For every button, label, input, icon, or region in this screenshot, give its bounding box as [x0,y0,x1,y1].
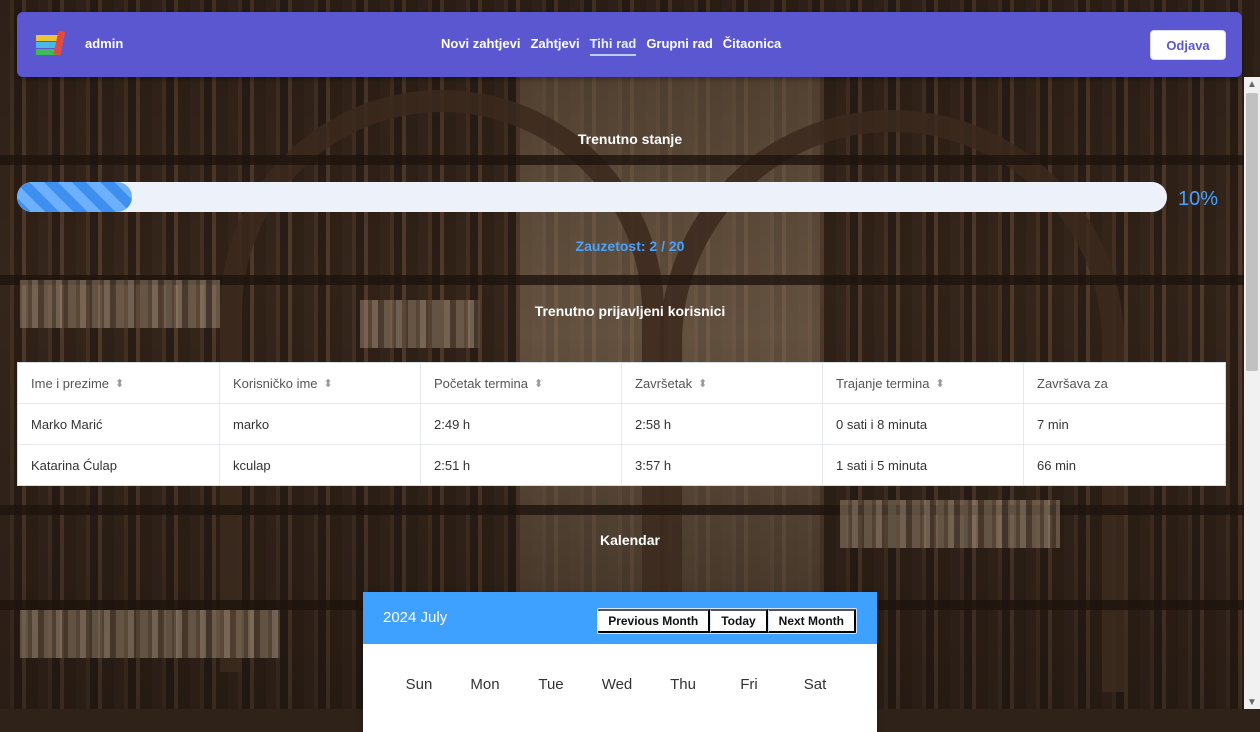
occupancy-progress-track [17,182,1167,212]
status-title: Trenutno stanje [577,131,683,147]
weekday-fri: Fri [740,676,758,693]
column-header-start-time[interactable]: Početak termina ⬍ [420,363,621,403]
table-row: Katarina Ćulap kculap 2:51 h 3:57 h 1 sa… [18,444,1225,485]
sort-icon[interactable]: ⬍ [324,377,333,390]
column-header-ends-in: Završava za [1023,363,1225,403]
nav-link-novi-zahtjevi[interactable]: Novi zahtjevi [441,36,520,56]
next-month-button[interactable]: Next Month [767,609,856,633]
weekday-tue: Tue [538,676,564,693]
weekday-sat: Sat [803,676,827,693]
user-name: admin [85,36,124,51]
today-button[interactable]: Today [710,609,768,633]
logout-button[interactable]: Odjava [1150,30,1226,60]
calendar-header: 2024 July Previous Month Today Next Mont… [363,592,877,644]
books-logo-icon[interactable] [36,30,66,57]
occupancy-progress-fill [17,182,132,212]
column-header-username[interactable]: Korisničko ime ⬍ [219,363,420,403]
table-cell-ends-in: 7 min [1023,404,1225,444]
users-title: Trenutno prijavljeni korisnici [534,303,726,319]
table-row: Marko Marić marko 2:49 h 2:58 h 0 sati i… [18,403,1225,444]
table-cell-username: kculap [219,445,420,485]
weekday-thu: Thu [670,676,696,693]
sort-icon[interactable]: ⬍ [534,377,543,390]
table-cell-full-name: Katarina Ćulap [31,457,117,473]
background-shelf [0,155,1260,165]
nav-link-citaonica[interactable]: Čitaonica [723,36,782,56]
table-cell-end-time: 3:57 h [621,445,822,485]
background-books [20,610,280,658]
nav-link-tihi-rad[interactable]: Tihi rad [589,36,637,56]
column-header-duration[interactable]: Trajanje termina ⬍ [822,363,1023,403]
calendar-month-label: 2024 July [383,609,448,626]
weekday-sun: Sun [405,676,433,693]
occupancy-label: Zauzetost: 2 / 20 [575,238,685,254]
scroll-up-arrow-icon[interactable]: ▲ [1244,77,1260,91]
calendar-widget: 2024 July Previous Month Today Next Mont… [363,592,877,732]
column-header-end-time[interactable]: Završetak ⬍ [621,363,822,403]
calendar-title: Kalendar [600,532,660,548]
table-cell-start-time: 2:51 h [420,445,621,485]
table-cell-full-name: Marko Marić [31,416,103,432]
progress-percent-label: 10% [1178,188,1219,210]
weekday-header: Sun Mon Tue Wed Thu Fri Sat [386,676,848,693]
nav-link-grupni-rad[interactable]: Grupni rad [646,36,712,56]
table-cell-duration: 1 sati i 5 minuta [822,445,1023,485]
table-cell-start-time: 2:49 h [420,404,621,444]
table-cell-ends-in: 66 min [1023,445,1225,485]
sort-icon[interactable]: ⬍ [115,377,124,390]
scrollbar-thumb[interactable] [1246,93,1258,371]
sort-icon[interactable]: ⬍ [935,377,944,390]
nav-link-zahtjevi[interactable]: Zahtjevi [530,36,579,56]
calendar-navigation: Previous Month Today Next Month [597,608,857,634]
table-header-row: Ime i prezime ⬍ Korisničko ime ⬍ Početak t… [18,363,1225,403]
background-shelf [0,505,1260,515]
top-navbar: admin Novi zahtjevi Zahtjevi Tihi rad Gr… [17,12,1242,77]
sort-icon[interactable]: ⬍ [698,377,707,390]
table-cell-username: marko [219,404,420,444]
weekday-wed: Wed [601,676,633,693]
column-header-full-name[interactable]: Ime i prezime ⬍ [18,363,219,403]
weekday-mon: Mon [470,676,500,693]
logged-in-users-table: Ime i prezime ⬍ Korisničko ime ⬍ Početak t… [17,362,1226,486]
previous-month-button[interactable]: Previous Month [598,609,711,633]
table-cell-duration: 0 sati i 8 minuta [822,404,1023,444]
main-navigation: Novi zahtjevi Zahtjevi Tihi rad Grupni r… [441,36,781,56]
table-cell-end-time: 2:58 h [621,404,822,444]
scroll-down-arrow-icon[interactable]: ▼ [1244,695,1260,709]
